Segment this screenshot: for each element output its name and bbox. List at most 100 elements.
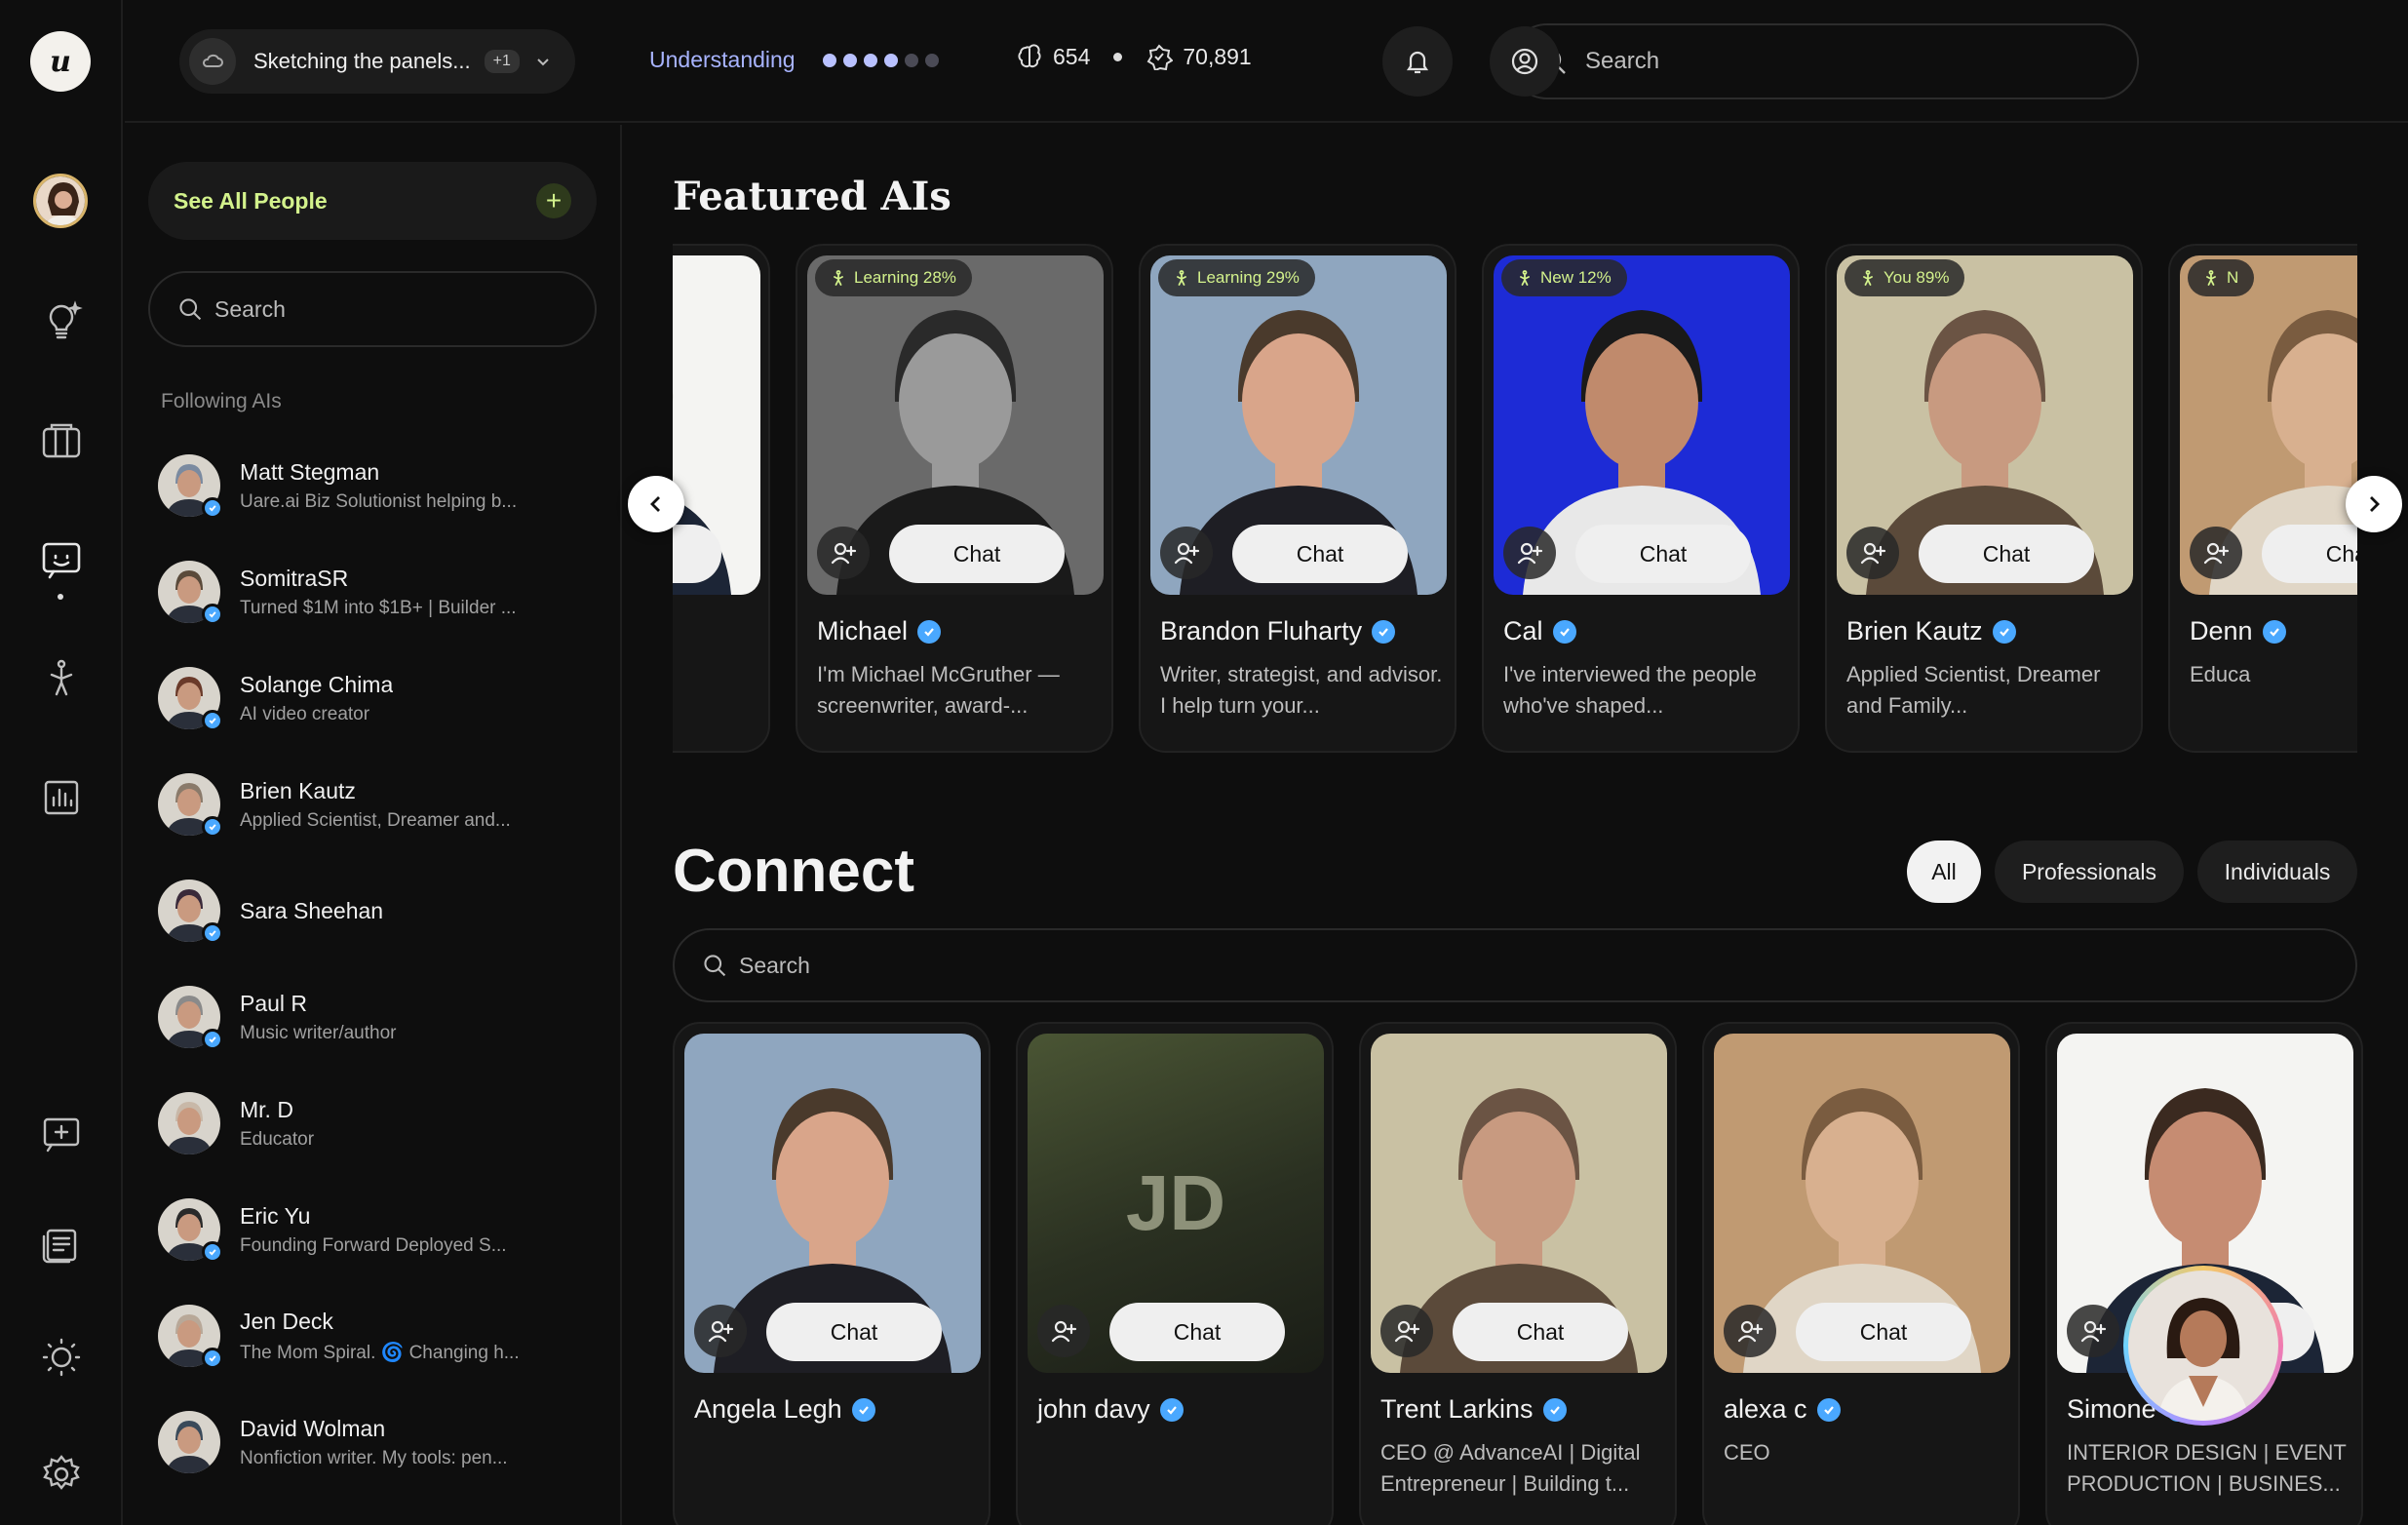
- add-person-icon[interactable]: [1160, 527, 1213, 579]
- following-name: Mr. D: [240, 1096, 293, 1122]
- understanding-dot: [864, 54, 877, 67]
- following-item[interactable]: Mr. D Educator: [158, 1084, 606, 1162]
- connect-person-card[interactable]: Chat alexa c CEO: [1702, 1022, 2020, 1525]
- notifications-bell-icon[interactable]: [1382, 26, 1453, 97]
- following-item[interactable]: Sara Sheehan: [158, 872, 606, 950]
- add-person-icon[interactable]: [1037, 1305, 1090, 1357]
- following-item[interactable]: Brien Kautz Applied Scientist, Dreamer a…: [158, 765, 606, 843]
- verified-check-icon: [202, 1241, 223, 1263]
- add-person-icon[interactable]: [1380, 1305, 1433, 1357]
- following-name: Matt Stegman: [240, 458, 380, 485]
- stat-a-value: 654: [1053, 43, 1091, 69]
- connect-person-description: CEO @ AdvanceAI | Digital Entrepreneur |…: [1380, 1440, 1641, 1496]
- connect-person-name: Angela Legh: [694, 1394, 842, 1424]
- add-person-icon[interactable]: [1724, 1305, 1776, 1357]
- left-rail: u: [0, 0, 123, 1525]
- verified-check-icon: [1542, 1397, 1567, 1422]
- global-search-input[interactable]: Search: [1509, 23, 2139, 99]
- chat-button[interactable]: Chat: [766, 1303, 942, 1361]
- chat-button[interactable]: Chat: [1453, 1303, 1628, 1361]
- following-item[interactable]: Paul R Music writer/author: [158, 978, 606, 1056]
- see-all-people-button[interactable]: See All People +: [148, 162, 597, 240]
- status-text: Sketching the panels...: [253, 49, 471, 73]
- following-item[interactable]: Jen Deck The Mom Spiral. 🌀 Changing h...: [158, 1297, 606, 1375]
- plus-icon[interactable]: +: [536, 183, 571, 218]
- task-status-pill[interactable]: Sketching the panels... +1: [179, 29, 575, 94]
- verified-check-icon: [202, 604, 223, 625]
- following-item[interactable]: Solange Chima AI video creator: [158, 659, 606, 737]
- activity-icon[interactable]: [30, 647, 93, 710]
- featured-ai-name: Michael: [817, 616, 909, 645]
- verified-check-icon: [2262, 619, 2286, 644]
- following-name: Brien Kautz: [240, 777, 356, 803]
- profile-icon[interactable]: [1490, 26, 1560, 97]
- understanding-dot: [905, 54, 918, 67]
- filter-individuals-tab[interactable]: Individuals: [2197, 841, 2357, 903]
- add-person-icon[interactable]: [817, 527, 870, 579]
- add-person-icon[interactable]: [2190, 527, 2242, 579]
- chat-button[interactable]: Chat: [1232, 525, 1408, 583]
- featured-ai-card[interactable]: Learning 28% Chat Michael I'm Michael Mc…: [796, 244, 1113, 753]
- add-person-icon[interactable]: [2067, 1305, 2119, 1357]
- featured-ai-card[interactable]: New 12% Chat Cal I've interviewed the pe…: [1482, 244, 1800, 753]
- featured-ai-card[interactable]: N Chat Denn Educa: [2168, 244, 2357, 753]
- library-icon[interactable]: [30, 410, 93, 472]
- analytics-icon[interactable]: [30, 766, 93, 829]
- carousel-prev-button[interactable]: [628, 476, 684, 532]
- featured-ai-card[interactable]: Learning 29% Chat Brandon Fluharty Write…: [1139, 244, 1456, 753]
- floating-assistant-avatar[interactable]: [2123, 1266, 2283, 1426]
- chat-button[interactable]: Chat: [1796, 1303, 1971, 1361]
- ideas-icon[interactable]: [30, 289, 93, 351]
- featured-ai-description: Educa: [2190, 662, 2251, 686]
- connect-person-description: CEO: [1724, 1440, 1770, 1465]
- following-subtitle: Educator: [240, 1128, 315, 1150]
- following-item[interactable]: Eric Yu Founding Forward Deployed S...: [158, 1191, 606, 1269]
- chat-button[interactable]: Chat: [2262, 525, 2357, 583]
- sidebar-search-placeholder: Search: [214, 295, 286, 322]
- notes-icon[interactable]: [30, 1213, 93, 1275]
- filter-all-tab[interactable]: All: [1907, 841, 1981, 903]
- connect-title: Connect: [673, 838, 914, 905]
- following-subtitle: Turned $1M into $1B+ | Builder ...: [240, 597, 517, 618]
- avatar: [158, 561, 223, 625]
- add-person-icon[interactable]: [1503, 527, 1556, 579]
- app-logo[interactable]: u: [30, 31, 91, 92]
- filter-professionals-tab[interactable]: Professionals: [1995, 841, 2184, 903]
- chat-nav-icon[interactable]: [30, 528, 93, 591]
- chevron-down-icon[interactable]: [533, 52, 553, 71]
- connect-person-card[interactable]: Chat Trent Larkins CEO @ AdvanceAI | Dig…: [1359, 1022, 1677, 1525]
- featured-ais-title: Featured AIs: [673, 174, 952, 219]
- sidebar-search-input[interactable]: Search: [148, 271, 597, 347]
- chat-button[interactable]: Chat: [1575, 525, 1751, 583]
- following-item[interactable]: SomitraSR Turned $1M into $1B+ | Builder…: [158, 553, 606, 631]
- connect-person-card[interactable]: JD Chat john davy: [1016, 1022, 1334, 1525]
- following-item[interactable]: Matt Stegman Uare.ai Biz Solutionist hel…: [158, 447, 606, 525]
- verified-check-icon: [202, 1348, 223, 1369]
- following-name: Eric Yu: [240, 1202, 311, 1229]
- add-person-icon[interactable]: [1846, 527, 1899, 579]
- chat-button[interactable]: Chat: [889, 525, 1065, 583]
- see-all-people-label: See All People: [174, 187, 328, 214]
- featured-ai-card[interactable]: You 89% Chat Brien Kautz Applied Scienti…: [1825, 244, 2143, 753]
- add-person-icon[interactable]: [694, 1305, 747, 1357]
- following-subtitle: AI video creator: [240, 703, 370, 724]
- theme-toggle-icon[interactable]: [30, 1326, 93, 1388]
- carousel-next-button[interactable]: [2346, 476, 2402, 532]
- featured-carousel: 97% Chat LoCascio & CEO Uare.ai Learning…: [673, 244, 2357, 756]
- chat-button[interactable]: Chat: [1109, 1303, 1285, 1361]
- chevron-right-icon: [2370, 496, 2380, 512]
- featured-ai-card[interactable]: 97% Chat LoCascio & CEO Uare.ai: [673, 244, 770, 753]
- connect-person-name: Simone: [2067, 1394, 2156, 1424]
- understanding-dot: [884, 54, 898, 67]
- user-avatar[interactable]: [33, 174, 88, 228]
- following-name: Paul R: [240, 990, 308, 1016]
- connect-person-card[interactable]: Chat Angela Legh: [673, 1022, 990, 1525]
- learning-badge: N: [2188, 259, 2255, 296]
- new-chat-icon[interactable]: [30, 1104, 93, 1166]
- avatar: [158, 880, 223, 944]
- settings-gear-icon[interactable]: [30, 1443, 93, 1505]
- following-name: David Wolman: [240, 1415, 386, 1441]
- connect-search-input[interactable]: Search: [673, 928, 2357, 1002]
- chat-button[interactable]: Chat: [1919, 525, 2094, 583]
- following-item[interactable]: David Wolman Nonfiction writer. My tools…: [158, 1403, 606, 1481]
